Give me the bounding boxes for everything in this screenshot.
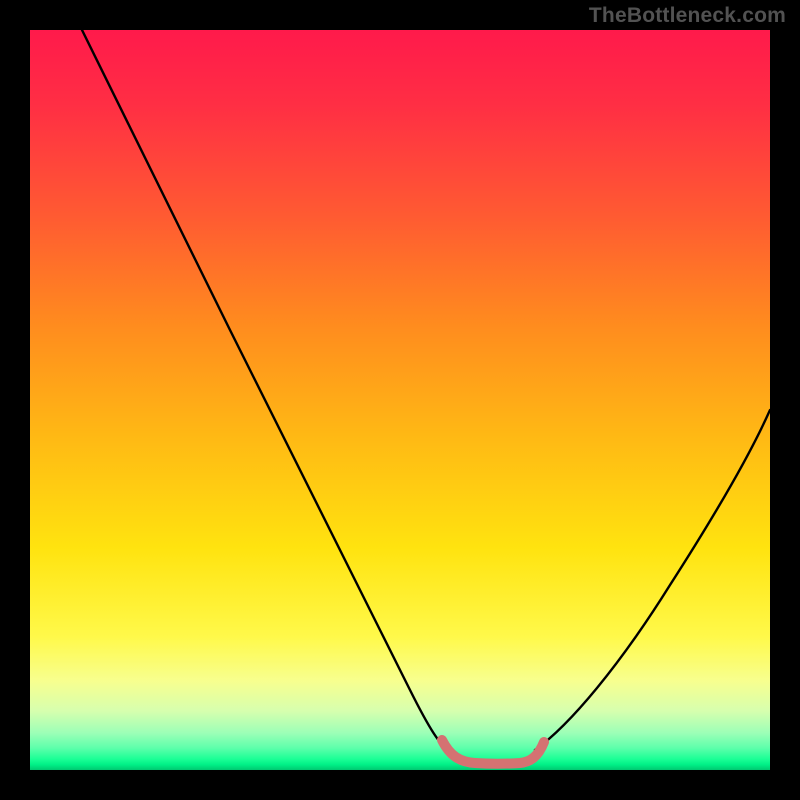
curve-overlay [30, 30, 770, 770]
plot-area [30, 30, 770, 770]
chart-frame: TheBottleneck.com [0, 0, 800, 800]
watermark-text: TheBottleneck.com [589, 4, 786, 28]
pink-bottom-segment [442, 740, 544, 764]
black-curve-left [82, 30, 450, 752]
black-curve-right [535, 410, 770, 750]
